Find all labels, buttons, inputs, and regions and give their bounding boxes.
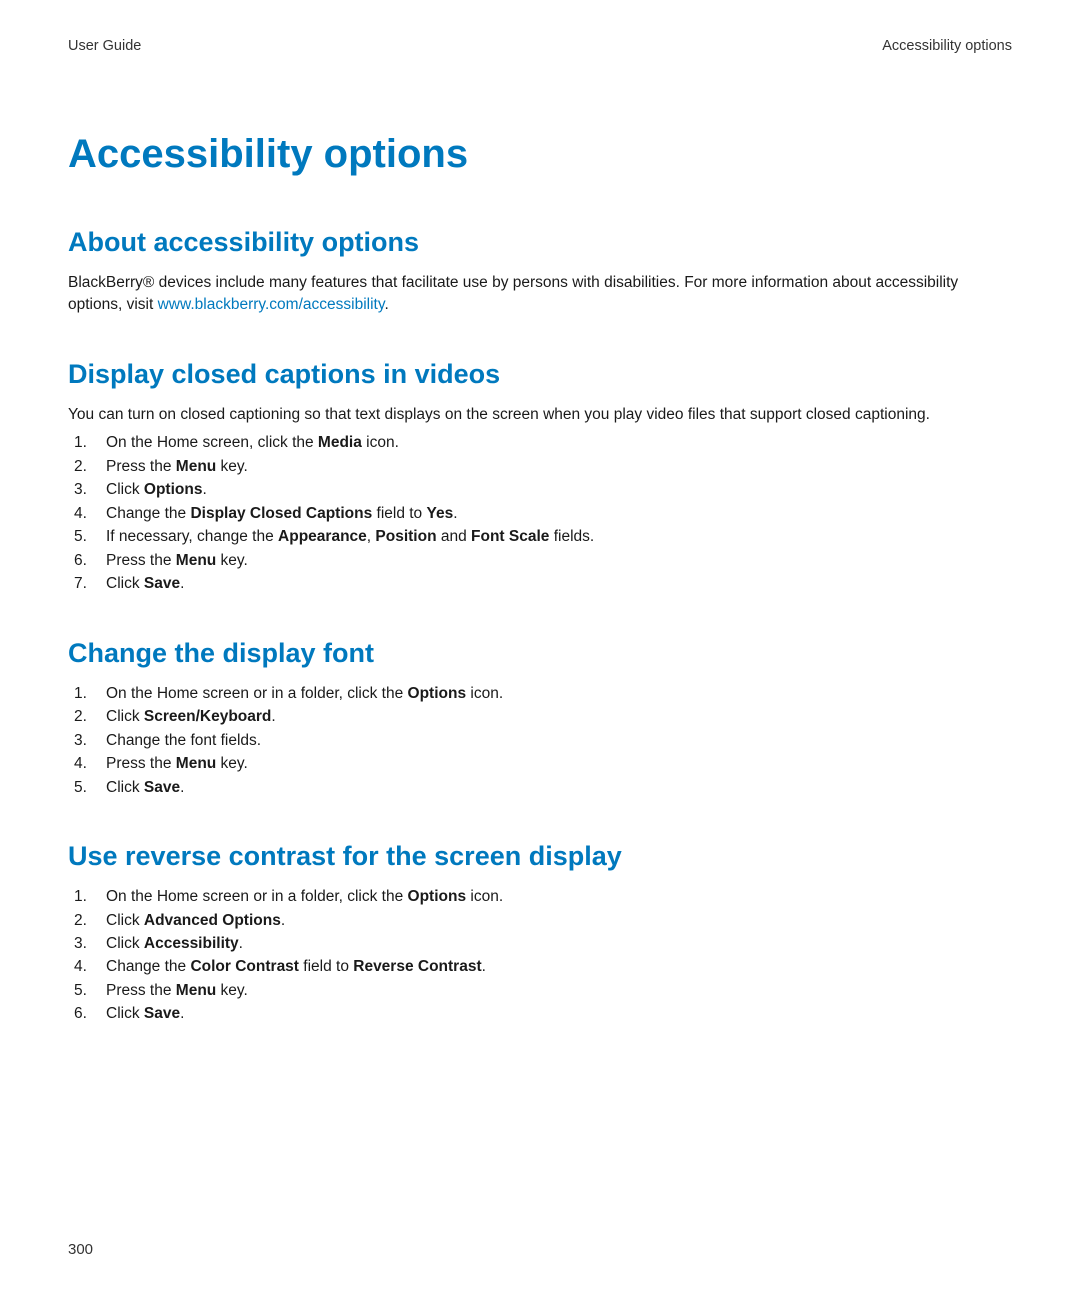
list-item: Press the Menu key. (74, 753, 1012, 775)
list-item: Change the font fields. (74, 730, 1012, 752)
list-item: Click Save. (74, 573, 1012, 595)
section-heading-captions: Display closed captions in videos (68, 359, 1012, 390)
header-left: User Guide (68, 38, 141, 54)
page-title: Accessibility options (68, 132, 1012, 177)
list-item: On the Home screen, click the Media icon… (74, 432, 1012, 454)
list-item: Press the Menu key. (74, 550, 1012, 572)
list-item: Press the Menu key. (74, 456, 1012, 478)
list-item: Change the Display Closed Captions field… (74, 503, 1012, 525)
accessibility-link[interactable]: www.blackberry.com/accessibility (158, 296, 385, 313)
list-item: Change the Color Contrast field to Rever… (74, 956, 1012, 978)
page-header: User Guide Accessibility options (68, 38, 1012, 54)
about-intro-post: . (384, 296, 388, 313)
list-item: If necessary, change the Appearance, Pos… (74, 526, 1012, 548)
list-item: Click Accessibility. (74, 933, 1012, 955)
contrast-steps: On the Home screen or in a folder, click… (74, 886, 1012, 1026)
list-item: Click Save. (74, 777, 1012, 799)
list-item: Click Advanced Options. (74, 910, 1012, 932)
document-page: User Guide Accessibility options Accessi… (0, 0, 1080, 1067)
section-heading-contrast: Use reverse contrast for the screen disp… (68, 841, 1012, 872)
list-item: Click Options. (74, 479, 1012, 501)
list-item: Press the Menu key. (74, 980, 1012, 1002)
section-heading-font: Change the display font (68, 638, 1012, 669)
list-item: On the Home screen or in a folder, click… (74, 683, 1012, 705)
font-steps: On the Home screen or in a folder, click… (74, 683, 1012, 799)
page-number: 300 (68, 1241, 93, 1258)
list-item: On the Home screen or in a folder, click… (74, 886, 1012, 908)
header-right: Accessibility options (882, 38, 1012, 54)
about-intro: BlackBerry® devices include many feature… (68, 272, 1012, 317)
list-item: Click Save. (74, 1003, 1012, 1025)
list-item: Click Screen/Keyboard. (74, 706, 1012, 728)
captions-intro: You can turn on closed captioning so tha… (68, 404, 1012, 426)
captions-steps: On the Home screen, click the Media icon… (74, 432, 1012, 595)
section-heading-about: About accessibility options (68, 227, 1012, 258)
